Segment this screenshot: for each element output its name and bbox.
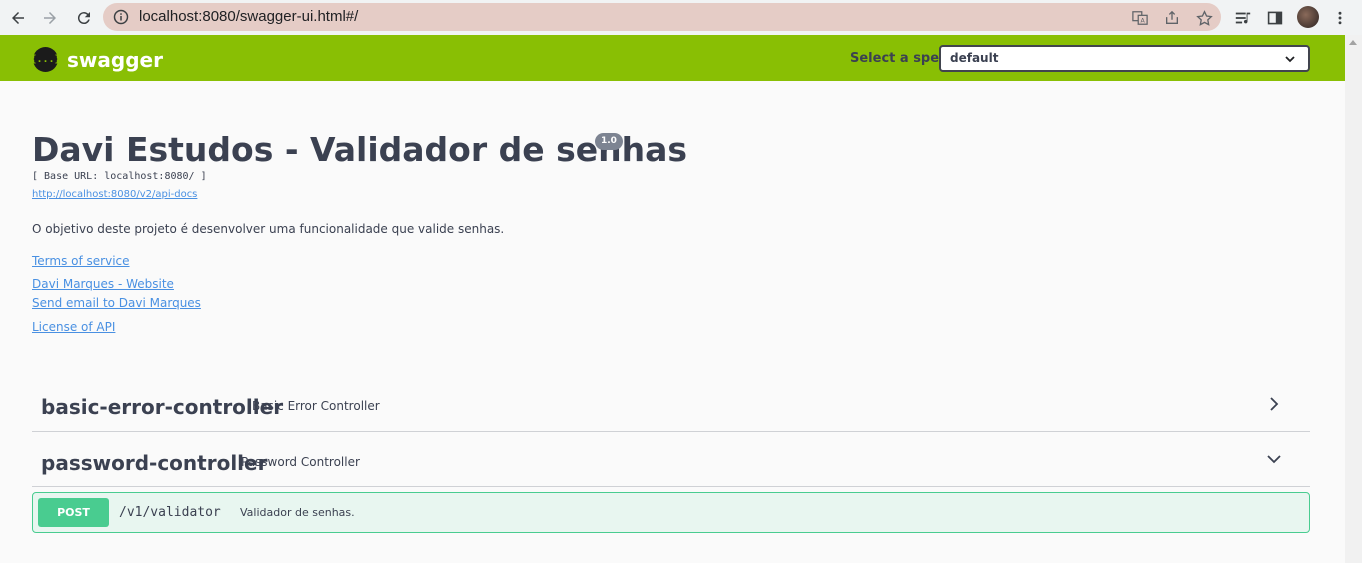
side-panel-icon[interactable] bbox=[1265, 8, 1285, 28]
scroll-up-icon[interactable] bbox=[1349, 40, 1357, 45]
version-badge: 1.0 bbox=[595, 133, 623, 150]
address-bar[interactable]: localhost:8080/swagger-ui.html#/ A bbox=[103, 3, 1221, 31]
tag-description: Password Controller bbox=[241, 455, 360, 469]
bookmark-star-icon[interactable] bbox=[1195, 9, 1213, 27]
url-text[interactable]: localhost:8080/swagger-ui.html#/ bbox=[139, 8, 358, 25]
tag-name[interactable]: basic-error-controller bbox=[41, 395, 283, 419]
reading-list-icon[interactable] bbox=[1233, 8, 1253, 28]
tag-basic-error-controller[interactable]: basic-error-controller Basic Error Contr… bbox=[32, 378, 1310, 432]
tag-password-controller[interactable]: password-controller Password Controller bbox=[32, 432, 1310, 487]
license-link[interactable]: License of API bbox=[32, 320, 115, 334]
operation-summary: Validador de senhas. bbox=[240, 506, 355, 519]
api-title: Davi Estudos - Validador de senhas bbox=[32, 130, 688, 169]
spec-select[interactable]: default bbox=[939, 45, 1310, 72]
operation-path[interactable]: /v1/validator bbox=[119, 505, 221, 520]
email-link[interactable]: Send email to Davi Marques bbox=[32, 296, 201, 310]
swagger-topbar: {...} swagger Select a spec default bbox=[0, 35, 1345, 81]
terms-of-service-link[interactable]: Terms of service bbox=[32, 254, 130, 268]
spec-select-value: default bbox=[950, 51, 999, 65]
swagger-logo-icon: {...} bbox=[30, 47, 61, 72]
browser-toolbar: localhost:8080/swagger-ui.html#/ A bbox=[0, 0, 1362, 35]
chevron-right-icon[interactable] bbox=[1266, 396, 1282, 412]
profile-avatar[interactable] bbox=[1297, 6, 1319, 28]
chevron-down-icon bbox=[1285, 56, 1295, 63]
share-icon[interactable] bbox=[1163, 9, 1181, 27]
back-icon[interactable] bbox=[6, 6, 30, 30]
info-icon[interactable] bbox=[113, 9, 129, 25]
menu-icon[interactable] bbox=[1330, 8, 1350, 28]
svg-text:A: A bbox=[1140, 17, 1145, 24]
forward-icon[interactable] bbox=[38, 6, 62, 30]
api-docs-link[interactable]: http://localhost:8080/v2/api-docs bbox=[32, 189, 197, 200]
reload-icon[interactable] bbox=[72, 6, 96, 30]
swagger-logo[interactable]: {...} swagger bbox=[30, 47, 163, 72]
api-description: O objetivo deste projeto é desenvolver u… bbox=[32, 222, 505, 236]
base-url: [ Base URL: localhost:8080/ ] bbox=[32, 171, 207, 182]
website-link[interactable]: Davi Marques - Website bbox=[32, 277, 174, 291]
translate-icon[interactable]: A bbox=[1131, 9, 1149, 27]
tag-description: Basic Error Controller bbox=[252, 399, 380, 413]
page-scrollbar[interactable] bbox=[1345, 35, 1362, 563]
http-method-badge[interactable]: POST bbox=[38, 498, 109, 527]
tag-name[interactable]: password-controller bbox=[41, 451, 267, 475]
operation-post-validator[interactable]: POST /v1/validator Validador de senhas. bbox=[32, 492, 1310, 533]
swagger-logo-text: swagger bbox=[67, 47, 163, 72]
chevron-down-icon[interactable] bbox=[1266, 451, 1282, 467]
spec-select-label: Select a spec bbox=[850, 51, 947, 66]
